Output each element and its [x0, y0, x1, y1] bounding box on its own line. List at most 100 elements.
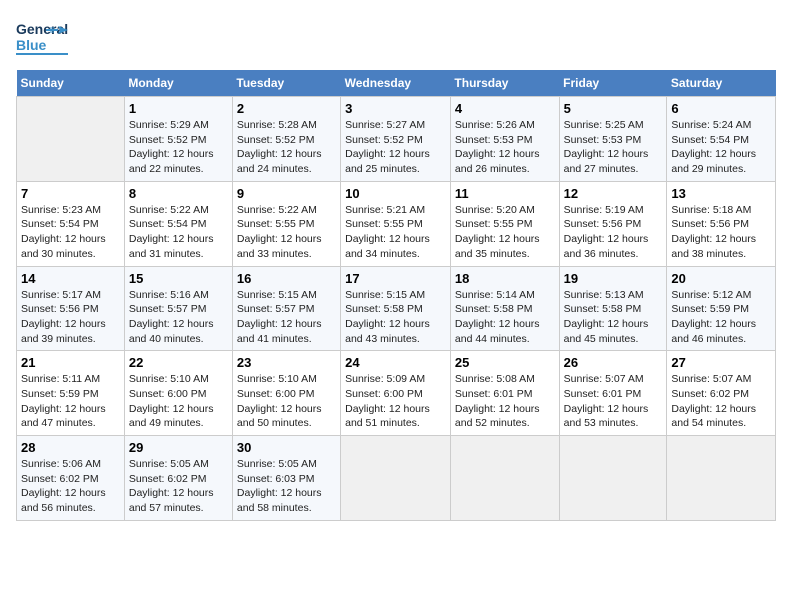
day-number: 28 [21, 440, 120, 455]
header-sunday: Sunday [17, 70, 125, 97]
day-number: 19 [564, 271, 663, 286]
day-cell: 21 Sunrise: 5:11 AM Sunset: 5:59 PM Dayli… [17, 351, 125, 436]
day-info: Sunrise: 5:19 AM Sunset: 5:56 PM Dayligh… [564, 203, 663, 262]
day-info: Sunrise: 5:05 AM Sunset: 6:03 PM Dayligh… [237, 457, 336, 516]
day-number: 14 [21, 271, 120, 286]
week-row-1: 1 Sunrise: 5:29 AM Sunset: 5:52 PM Daylig… [17, 97, 776, 182]
day-number: 5 [564, 101, 663, 116]
day-number: 20 [671, 271, 771, 286]
day-cell: 15 Sunrise: 5:16 AM Sunset: 5:57 PM Dayli… [124, 266, 232, 351]
day-number: 7 [21, 186, 120, 201]
day-info: Sunrise: 5:11 AM Sunset: 5:59 PM Dayligh… [21, 372, 120, 431]
day-number: 29 [129, 440, 228, 455]
header-tuesday: Tuesday [232, 70, 340, 97]
day-number: 11 [455, 186, 555, 201]
day-number: 3 [345, 101, 446, 116]
day-number: 18 [455, 271, 555, 286]
day-info: Sunrise: 5:22 AM Sunset: 5:55 PM Dayligh… [237, 203, 336, 262]
day-cell: 30 Sunrise: 5:05 AM Sunset: 6:03 PM Dayli… [232, 436, 340, 521]
day-info: Sunrise: 5:09 AM Sunset: 6:00 PM Dayligh… [345, 372, 446, 431]
svg-text:Blue: Blue [16, 37, 47, 53]
day-cell: 29 Sunrise: 5:05 AM Sunset: 6:02 PM Dayli… [124, 436, 232, 521]
day-cell: 8Sunrise: 5:22 AM Sunset: 5:54 PM Daylig… [124, 181, 232, 266]
day-info: Sunrise: 5:12 AM Sunset: 5:59 PM Dayligh… [671, 288, 771, 347]
day-cell: 24 Sunrise: 5:09 AM Sunset: 6:00 PM Dayli… [341, 351, 451, 436]
day-number: 12 [564, 186, 663, 201]
day-cell: 13 Sunrise: 5:18 AM Sunset: 5:56 PM Dayli… [667, 181, 776, 266]
day-cell: 9 Sunrise: 5:22 AM Sunset: 5:55 PM Daylig… [232, 181, 340, 266]
day-number: 13 [671, 186, 771, 201]
day-info: Sunrise: 5:24 AM Sunset: 5:54 PM Dayligh… [671, 118, 771, 177]
logo: General Blue [16, 16, 68, 60]
day-number: 15 [129, 271, 228, 286]
day-info: Sunrise: 5:27 AM Sunset: 5:52 PM Dayligh… [345, 118, 446, 177]
day-info: Sunrise: 5:26 AM Sunset: 5:53 PM Dayligh… [455, 118, 555, 177]
day-info: Sunrise: 5:05 AM Sunset: 6:02 PM Dayligh… [129, 457, 228, 516]
day-cell [341, 436, 451, 521]
day-cell: 19Sunrise: 5:13 AM Sunset: 5:58 PM Dayli… [559, 266, 667, 351]
day-cell: 27 Sunrise: 5:07 AM Sunset: 6:02 PM Dayli… [667, 351, 776, 436]
day-info: Sunrise: 5:15 AM Sunset: 5:57 PM Dayligh… [237, 288, 336, 347]
day-info: Sunrise: 5:15 AM Sunset: 5:58 PM Dayligh… [345, 288, 446, 347]
page-header: General Blue [16, 16, 776, 60]
day-info: Sunrise: 5:20 AM Sunset: 5:55 PM Dayligh… [455, 203, 555, 262]
day-cell [17, 97, 125, 182]
day-number: 9 [237, 186, 336, 201]
day-number: 8 [129, 186, 228, 201]
day-cell: 3 Sunrise: 5:27 AM Sunset: 5:52 PM Daylig… [341, 97, 451, 182]
day-cell: 17Sunrise: 5:15 AM Sunset: 5:58 PM Dayli… [341, 266, 451, 351]
header-monday: Monday [124, 70, 232, 97]
day-number: 23 [237, 355, 336, 370]
day-info: Sunrise: 5:07 AM Sunset: 6:01 PM Dayligh… [564, 372, 663, 431]
day-info: Sunrise: 5:14 AM Sunset: 5:58 PM Dayligh… [455, 288, 555, 347]
day-number: 2 [237, 101, 336, 116]
day-cell: 20 Sunrise: 5:12 AM Sunset: 5:59 PM Dayli… [667, 266, 776, 351]
day-info: Sunrise: 5:28 AM Sunset: 5:52 PM Dayligh… [237, 118, 336, 177]
calendar-table: SundayMondayTuesdayWednesdayThursdayFrid… [16, 70, 776, 521]
day-info: Sunrise: 5:10 AM Sunset: 6:00 PM Dayligh… [129, 372, 228, 431]
day-cell: 28 Sunrise: 5:06 AM Sunset: 6:02 PM Dayli… [17, 436, 125, 521]
day-number: 25 [455, 355, 555, 370]
week-row-5: 28 Sunrise: 5:06 AM Sunset: 6:02 PM Dayli… [17, 436, 776, 521]
day-cell: 5 Sunrise: 5:25 AM Sunset: 5:53 PM Daylig… [559, 97, 667, 182]
day-cell: 1 Sunrise: 5:29 AM Sunset: 5:52 PM Daylig… [124, 97, 232, 182]
week-row-3: 14 Sunrise: 5:17 AM Sunset: 5:56 PM Dayli… [17, 266, 776, 351]
day-cell: 4 Sunrise: 5:26 AM Sunset: 5:53 PM Daylig… [450, 97, 559, 182]
day-cell: 22 Sunrise: 5:10 AM Sunset: 6:00 PM Dayli… [124, 351, 232, 436]
day-info: Sunrise: 5:18 AM Sunset: 5:56 PM Dayligh… [671, 203, 771, 262]
day-number: 24 [345, 355, 446, 370]
day-cell: 25 Sunrise: 5:08 AM Sunset: 6:01 PM Dayli… [450, 351, 559, 436]
day-number: 30 [237, 440, 336, 455]
day-info: Sunrise: 5:21 AM Sunset: 5:55 PM Dayligh… [345, 203, 446, 262]
day-info: Sunrise: 5:07 AM Sunset: 6:02 PM Dayligh… [671, 372, 771, 431]
day-info: Sunrise: 5:10 AM Sunset: 6:00 PM Dayligh… [237, 372, 336, 431]
day-cell: 26 Sunrise: 5:07 AM Sunset: 6:01 PM Dayli… [559, 351, 667, 436]
day-cell: 2 Sunrise: 5:28 AM Sunset: 5:52 PM Daylig… [232, 97, 340, 182]
day-info: Sunrise: 5:16 AM Sunset: 5:57 PM Dayligh… [129, 288, 228, 347]
day-cell: 6Sunrise: 5:24 AM Sunset: 5:54 PM Daylig… [667, 97, 776, 182]
logo-svg: General Blue [16, 16, 68, 60]
day-cell: 12 Sunrise: 5:19 AM Sunset: 5:56 PM Dayli… [559, 181, 667, 266]
day-number: 4 [455, 101, 555, 116]
day-cell: 16 Sunrise: 5:15 AM Sunset: 5:57 PM Dayli… [232, 266, 340, 351]
day-cell [559, 436, 667, 521]
week-row-2: 7Sunrise: 5:23 AM Sunset: 5:54 PM Daylig… [17, 181, 776, 266]
day-info: Sunrise: 5:29 AM Sunset: 5:52 PM Dayligh… [129, 118, 228, 177]
logo-icon: General Blue [16, 16, 68, 60]
day-number: 22 [129, 355, 228, 370]
day-cell [667, 436, 776, 521]
day-number: 16 [237, 271, 336, 286]
day-cell: 7Sunrise: 5:23 AM Sunset: 5:54 PM Daylig… [17, 181, 125, 266]
day-info: Sunrise: 5:25 AM Sunset: 5:53 PM Dayligh… [564, 118, 663, 177]
day-number: 1 [129, 101, 228, 116]
day-number: 21 [21, 355, 120, 370]
header-wednesday: Wednesday [341, 70, 451, 97]
day-number: 26 [564, 355, 663, 370]
day-cell: 18 Sunrise: 5:14 AM Sunset: 5:58 PM Dayli… [450, 266, 559, 351]
day-cell: 11 Sunrise: 5:20 AM Sunset: 5:55 PM Dayli… [450, 181, 559, 266]
day-info: Sunrise: 5:17 AM Sunset: 5:56 PM Dayligh… [21, 288, 120, 347]
day-info: Sunrise: 5:06 AM Sunset: 6:02 PM Dayligh… [21, 457, 120, 516]
day-info: Sunrise: 5:08 AM Sunset: 6:01 PM Dayligh… [455, 372, 555, 431]
day-number: 27 [671, 355, 771, 370]
header-friday: Friday [559, 70, 667, 97]
